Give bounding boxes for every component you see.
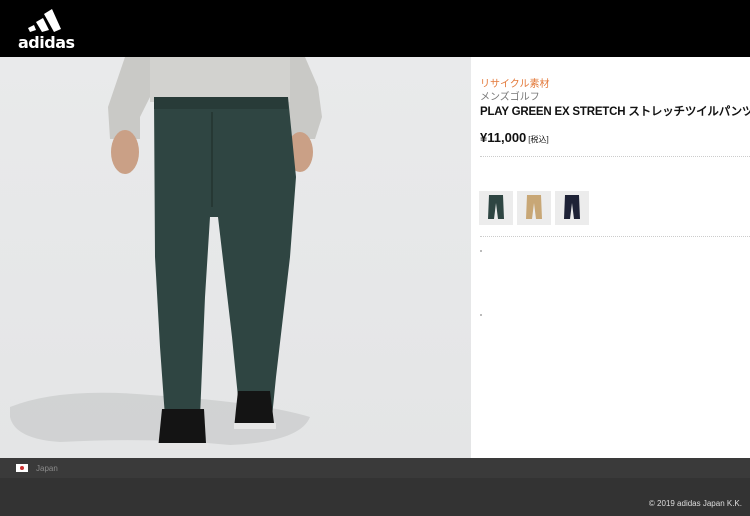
product-price: ¥11,000 [税込] bbox=[480, 130, 549, 145]
color-swatch-navy[interactable] bbox=[555, 191, 589, 225]
product-image bbox=[0, 57, 471, 458]
swatch-thumbnail bbox=[479, 191, 513, 225]
product-section: リサイクル素材 メンズゴルフ PLAY GREEN EX STRETCH ストレ… bbox=[0, 57, 750, 458]
swatch-thumbnail bbox=[555, 191, 589, 225]
divider bbox=[480, 156, 750, 157]
product-info: リサイクル素材 メンズゴルフ PLAY GREEN EX STRETCH ストレ… bbox=[471, 57, 750, 458]
divider bbox=[480, 236, 750, 237]
color-swatch-green[interactable] bbox=[479, 191, 513, 225]
tax-note: [税込] bbox=[528, 135, 549, 144]
adidas-logo[interactable]: adidas bbox=[18, 8, 78, 52]
product-title: PLAY GREEN EX STRETCH ストレッチツイルパンツ bbox=[480, 106, 750, 118]
color-swatch-khaki[interactable] bbox=[517, 191, 551, 225]
country-selector-bar: Japan bbox=[0, 458, 750, 478]
brand-name: adidas bbox=[18, 33, 75, 52]
dot bbox=[480, 314, 482, 316]
adidas-three-stripes-icon bbox=[28, 9, 61, 32]
country-selector[interactable]: Japan bbox=[36, 464, 58, 473]
japan-flag-icon bbox=[16, 464, 28, 472]
site-footer: Japan © 2019 adidas Japan K.K. bbox=[0, 458, 750, 516]
product-category[interactable]: メンズゴルフ bbox=[480, 88, 540, 103]
copyright-text: © 2019 adidas Japan K.K. bbox=[648, 499, 742, 508]
swatch-thumbnail bbox=[517, 191, 551, 225]
dot bbox=[480, 250, 482, 252]
site-header: adidas bbox=[0, 0, 750, 57]
price-value: ¥11,000 bbox=[480, 130, 527, 145]
